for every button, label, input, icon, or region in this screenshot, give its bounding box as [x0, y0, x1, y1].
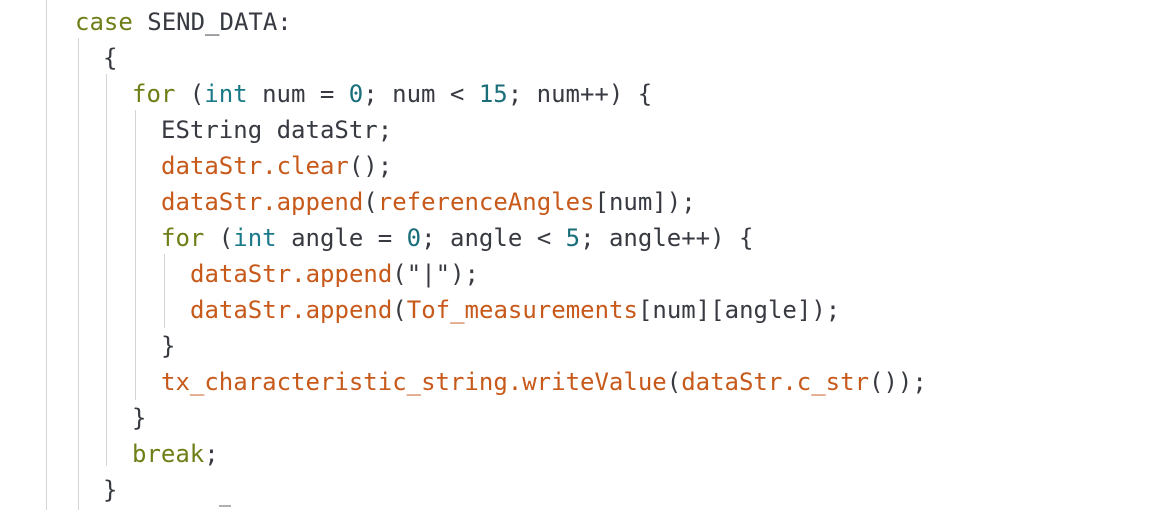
code-token: } — [103, 476, 118, 504]
code-line: dataStr.clear(); — [161, 148, 392, 184]
code-line: EString dataStr; — [161, 112, 392, 148]
code-line: case SEND_DATA: — [75, 4, 292, 40]
code-line: } — [161, 328, 175, 364]
code-token: ( — [392, 296, 407, 324]
code-token: int — [204, 80, 248, 108]
code-token: 5 — [565, 224, 581, 252]
code-token: ( — [204, 224, 234, 252]
indent-guide — [135, 110, 136, 400]
code-line: break; — [132, 436, 219, 472]
code-token: ()); — [869, 368, 927, 396]
code-token: int — [233, 224, 277, 252]
code-line: dataStr.append(Tof_measurements[num][ang… — [190, 292, 840, 328]
code-token: tx_characteristic_string.writeValue — [161, 368, 667, 396]
code-token: ("|"); — [392, 260, 479, 288]
code-token: 0 — [406, 224, 422, 252]
code-token: dataStr.c_str — [681, 368, 870, 396]
code-token: ; angle < — [421, 224, 566, 252]
code-token: ; num++) { — [507, 80, 653, 108]
code-token: referenceAngles — [377, 188, 595, 216]
code-token: (); — [348, 152, 393, 180]
code-line: } — [103, 472, 117, 508]
code-token: Tof_measurements — [406, 296, 638, 324]
code-line: tx_characteristic_string.writeValue(data… — [161, 364, 927, 400]
code-line: for (int num = 0; num < 15; num++) { — [132, 76, 652, 112]
code-line: } — [132, 400, 146, 436]
code-editor[interactable]: case SEND_DATA: { for (int num = 0; num … — [0, 0, 1154, 510]
indent-guide — [106, 74, 107, 466]
code-token: 15 — [478, 80, 508, 108]
code-token: num = — [247, 80, 349, 108]
code-line: dataStr.append("|"); — [190, 256, 479, 292]
code-token: ( — [666, 368, 682, 396]
code-token: EString dataStr; — [161, 116, 393, 144]
code-token: } — [161, 332, 176, 360]
code-token: ( — [175, 80, 205, 108]
code-line: dataStr.append(referenceAngles[num]); — [161, 184, 696, 220]
code-line: for (int angle = 0; angle < 5; angle++) … — [161, 220, 753, 256]
code-token: 0 — [348, 80, 364, 108]
text-cursor-marker — [219, 505, 231, 507]
code-token: } — [132, 404, 147, 432]
code-token: ; angle++) { — [580, 224, 754, 252]
indent-guide — [78, 38, 79, 510]
code-token: break — [132, 440, 205, 468]
code-token: ; num < — [363, 80, 479, 108]
code-token: dataStr.clear — [161, 152, 349, 180]
code-token: { — [103, 44, 118, 72]
code-token: angle = — [276, 224, 407, 252]
code-token: ( — [363, 188, 378, 216]
code-token: [num]); — [594, 188, 696, 216]
indent-guide — [46, 0, 47, 510]
code-token: SEND_DATA: — [132, 8, 292, 36]
code-token: for — [132, 80, 176, 108]
indent-guide — [164, 254, 165, 328]
code-token: dataStr.append — [190, 296, 393, 324]
code-token: dataStr.append — [161, 188, 364, 216]
code-token: ; — [204, 440, 219, 468]
code-token: case — [75, 8, 133, 36]
code-token: dataStr.append — [190, 260, 393, 288]
code-token: [num][angle]); — [637, 296, 841, 324]
code-line: { — [103, 40, 117, 76]
code-token: for — [161, 224, 205, 252]
